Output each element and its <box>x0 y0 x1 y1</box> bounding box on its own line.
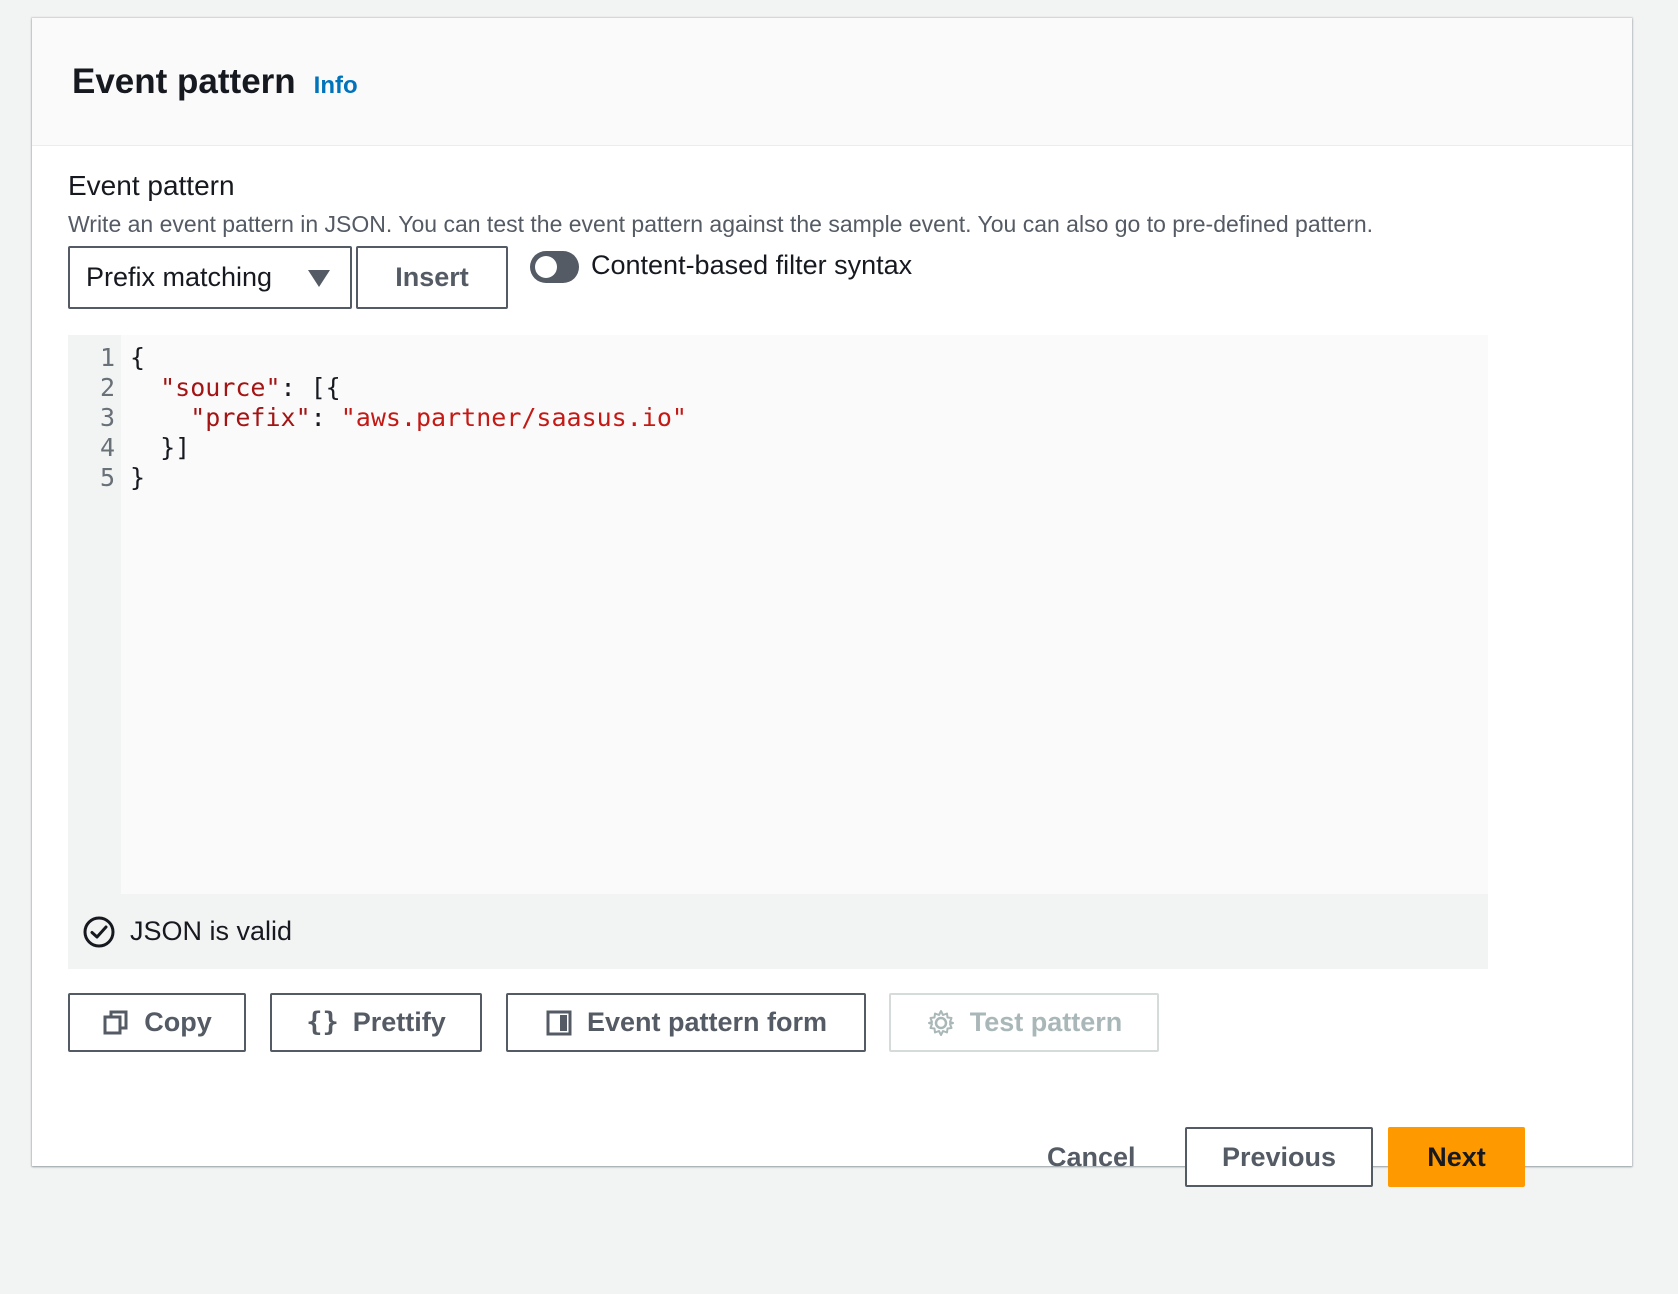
next-button[interactable]: Next <box>1388 1127 1525 1187</box>
field-description: Write an event pattern in JSON. You can … <box>68 211 1374 237</box>
line-number: 4 <box>99 433 115 462</box>
cancel-button[interactable]: Cancel <box>1047 1142 1136 1173</box>
code-line: "source": [{ <box>160 373 341 402</box>
prettify-label: Prettify <box>352 1007 446 1037</box>
check-circle-icon <box>83 916 115 947</box>
caret-down-icon <box>308 270 330 287</box>
line-number: 2 <box>99 373 115 402</box>
braces-icon: {} <box>306 1007 339 1038</box>
code-line: "prefix": "aws.partner/saasus.io" <box>190 403 687 432</box>
split-panel-icon <box>546 1010 572 1035</box>
json-editor: 1 2 3 4 5 { "source": [{ "prefix": "aws.… <box>68 335 1488 969</box>
panel-header: Event pattern Info <box>32 18 1632 146</box>
line-gutter: 1 2 3 4 5 <box>68 335 121 894</box>
copy-button[interactable]: Copy <box>68 993 246 1052</box>
line-number: 3 <box>99 403 115 432</box>
validation-status: JSON is valid <box>68 894 1488 969</box>
code-area[interactable]: { "source": [{ "prefix": "aws.partner/sa… <box>121 335 1488 894</box>
prettify-button[interactable]: {} Prettify <box>270 993 482 1052</box>
event-pattern-form-button[interactable]: Event pattern form <box>506 993 866 1052</box>
test-pattern-label: Test pattern <box>969 1007 1123 1037</box>
copy-icon <box>103 1010 128 1034</box>
status-text: JSON is valid <box>130 916 293 946</box>
copy-label: Copy <box>144 1007 212 1037</box>
gear-icon <box>927 1009 954 1036</box>
toggle-knob <box>535 256 557 278</box>
field-label: Event pattern <box>68 170 235 201</box>
test-pattern-button[interactable]: Test pattern <box>889 993 1159 1052</box>
code-line: { <box>130 343 146 372</box>
code-line: } <box>130 463 146 492</box>
pattern-form-label: Event pattern form <box>586 1007 828 1037</box>
insert-button[interactable]: Insert <box>356 246 508 309</box>
line-number: 1 <box>99 343 115 372</box>
toggle-label: Content-based filter syntax <box>591 250 913 280</box>
matching-type-select[interactable]: Prefix matching <box>68 246 352 309</box>
code-line: }] <box>130 433 191 462</box>
info-link[interactable]: Info <box>314 72 358 100</box>
select-value: Prefix matching <box>86 262 273 292</box>
panel-title: Event pattern <box>72 61 296 101</box>
previous-button[interactable]: Previous <box>1185 1127 1373 1187</box>
line-number: 5 <box>99 463 115 492</box>
content-filter-toggle[interactable] <box>530 251 579 283</box>
